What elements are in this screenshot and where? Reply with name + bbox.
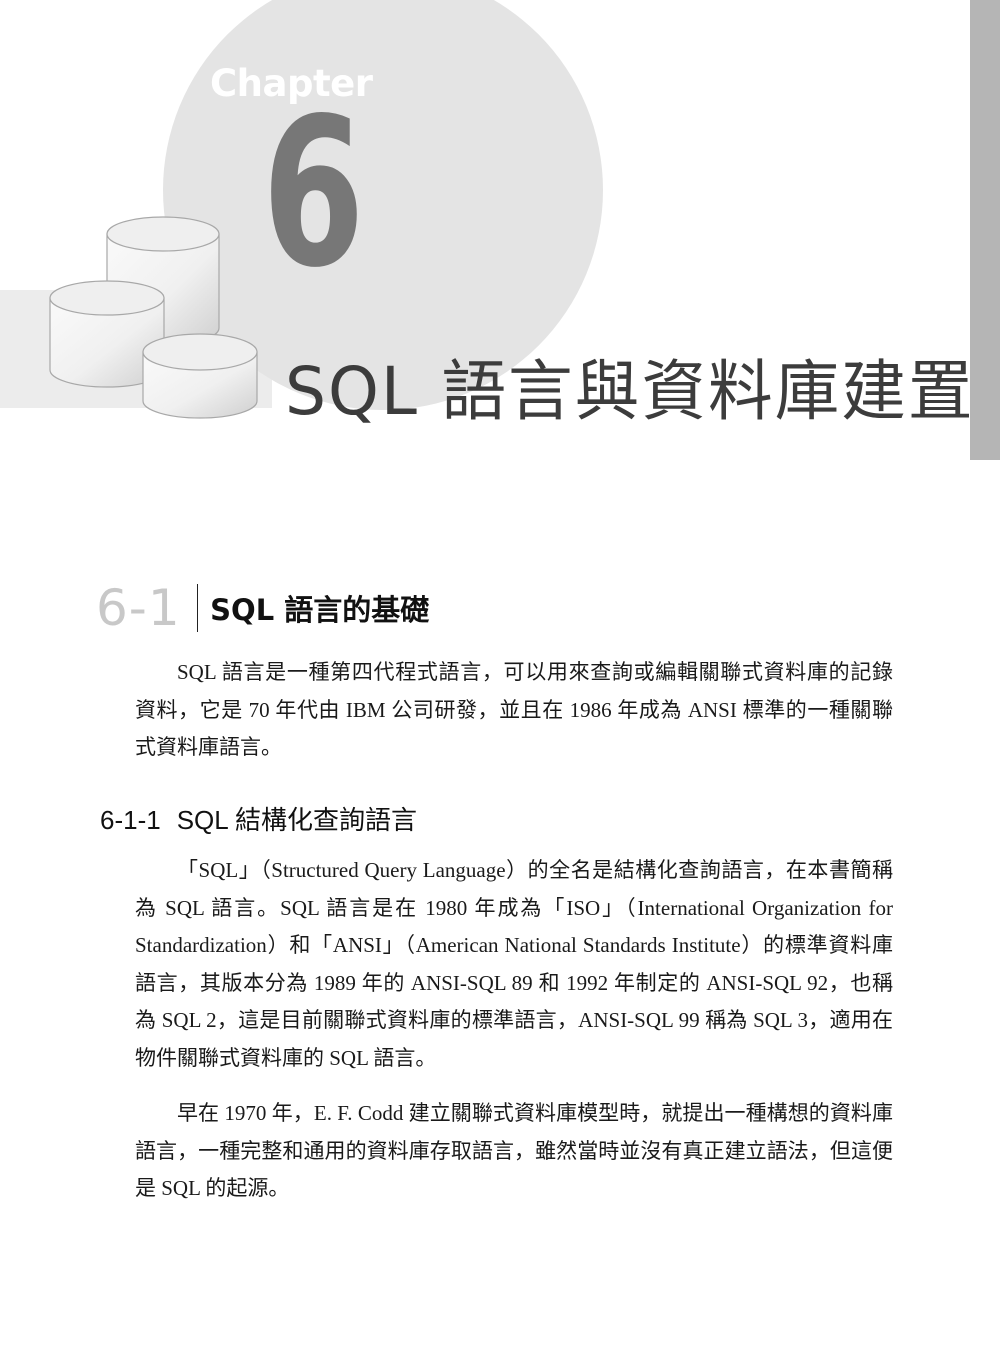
body-paragraph: SQL 語言是一種第四代程式語言，可以用來查詢或編輯關聯式資料庫的記錄資料，它是… [135,660,893,759]
subsection-number: 6-1-1 [100,805,161,835]
section-heading: 6-1 SQL 語言的基礎 [96,578,429,638]
database-cylinders-icon [49,216,258,419]
chapter-title: SQL 語言與資料庫建置 [285,353,975,430]
section-divider [196,584,199,632]
section-number: 6-1 [96,579,181,637]
cylinder-front [142,333,258,419]
body-paragraph: 早在 1970 年，E. F. Codd 建立關聯式資料庫模型時，就提出一種構想… [135,1101,893,1200]
body-paragraph: 「SQL」（Structured Query Language）的全名是結構化查… [135,858,893,1070]
subsection-title: SQL 結構化查詢語言 [176,805,417,835]
subsection-heading: 6-1-1 SQL 結構化查詢語言 [100,800,417,837]
section-title: SQL 語言的基礎 [210,593,430,627]
chapter-number: 6 [262,75,365,313]
